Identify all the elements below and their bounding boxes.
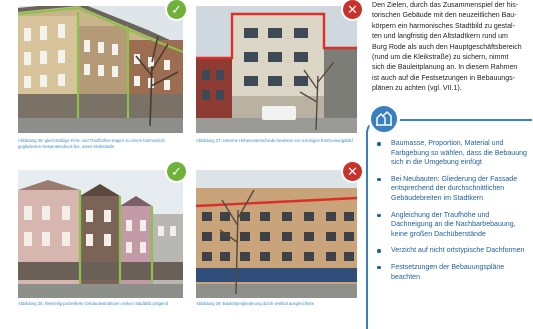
- guideline-list: Baumasse, Proportion, Material und Farbg…: [376, 139, 528, 289]
- caption-fig37: Abbildung 37: extreme Höhenunterschiede …: [196, 138, 353, 143]
- list-item: Festsetzungen der Bebauungspläne beachte…: [376, 263, 528, 282]
- list-item: Bei Neubauten: Gliederung der Fassade en…: [376, 175, 528, 204]
- intro-line: plänen zu achten (vgl. VII.1).: [372, 85, 462, 93]
- intro-line: (rund um die Kleikstraße) zu sichern, ni…: [372, 54, 509, 62]
- intro-line: ist auch auf die Festsetzungen in Bebauu…: [372, 74, 515, 82]
- intro-line: Burg Rode als auch den Hauptgeschäftsber…: [372, 43, 522, 51]
- list-item: Baumasse, Proportion, Material und Farbg…: [376, 139, 528, 168]
- list-item: Angleichung der Traufhöhe und Dachneigun…: [376, 211, 528, 240]
- caption-fig38: Abbildung 38: kleinteilig parzellierte G…: [18, 301, 168, 306]
- photo-fig39: [196, 170, 357, 298]
- intro-line: sich die Bauleitplanung an. In diesem Ra…: [372, 64, 518, 72]
- intro-line: ten und langfristig den Altstadtkern run…: [372, 33, 508, 41]
- rejected-cross-icon: ✕: [343, 0, 362, 19]
- rejected-cross-icon: ✕: [343, 162, 362, 181]
- caption-fig36: Abbildung 36: gleichmäßige First- und Tr…: [18, 138, 165, 149]
- intro-line: Den Zielen, durch das Zusammenspiel der …: [372, 2, 519, 9]
- caption-fig39: Abbildung 39: Baukörpergliederung durch …: [196, 301, 315, 306]
- intro-paragraph: Den Zielen, durch das Zusammenspiel der …: [372, 1, 530, 95]
- intro-line: torischen Gebäude mit den neuzeitlichen …: [372, 12, 517, 20]
- house-icon: [368, 103, 400, 135]
- intro-line: körpern ein harmonisches Stadtbild zu ge…: [372, 22, 515, 30]
- photo-fig37: [196, 6, 357, 133]
- approved-check-icon: ✓: [167, 0, 186, 19]
- approved-check-icon: ✓: [167, 162, 186, 181]
- photo-fig38: [18, 170, 183, 298]
- photo-fig36: [18, 6, 183, 133]
- list-item: Verzicht auf nicht ortstypische Dachform…: [376, 246, 528, 256]
